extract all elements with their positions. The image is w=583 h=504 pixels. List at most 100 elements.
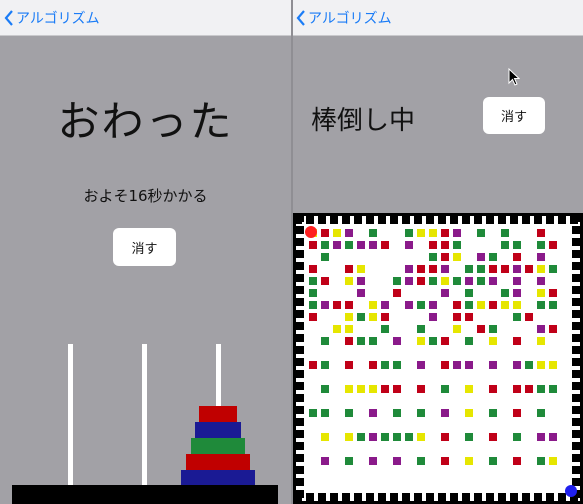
maze-border-block xyxy=(498,493,506,501)
maze-border-block xyxy=(296,430,304,438)
maze-wall-block xyxy=(381,361,389,369)
maze-wall-block xyxy=(513,385,521,393)
maze-border-block xyxy=(572,238,580,246)
maze-border-block xyxy=(558,216,566,224)
maze-wall-block xyxy=(369,313,377,321)
maze-border-block xyxy=(296,478,304,486)
maze-border-block xyxy=(572,394,580,402)
maze-wall-block xyxy=(549,241,557,249)
hanoi-screen: アルゴリズム おわった およそ16秒かかる 消す xyxy=(0,0,291,504)
maze-wall-block xyxy=(345,385,353,393)
maze-wall-block xyxy=(369,337,377,345)
maze-wall-block xyxy=(537,385,545,393)
maze-border-block xyxy=(296,262,304,270)
maze-wall-block xyxy=(333,229,341,237)
maze-wall-block xyxy=(537,301,545,309)
maze-border-block xyxy=(572,310,580,318)
maze-wall-block xyxy=(345,241,353,249)
maze-wall-block xyxy=(489,301,497,309)
maze-wall-block xyxy=(513,409,521,417)
maze-wall-block xyxy=(357,337,365,345)
maze-wall-block xyxy=(549,289,557,297)
maze-wall-block xyxy=(309,301,317,309)
maze-wall-block xyxy=(525,361,533,369)
maze-wall-block xyxy=(321,409,329,417)
maze-wall-block xyxy=(381,433,389,441)
peg-2 xyxy=(142,344,147,486)
maze-wall-block xyxy=(441,337,449,345)
maze-wall-block xyxy=(345,361,353,369)
maze-wall-block xyxy=(453,301,461,309)
maze-wall-block xyxy=(489,337,497,345)
maze-border-block xyxy=(572,370,580,378)
maze-border-block xyxy=(426,216,434,224)
back-button[interactable]: アルゴリズム xyxy=(4,8,100,28)
maze-border-block xyxy=(414,493,422,501)
maze-border-block xyxy=(296,394,304,402)
maze-wall-block xyxy=(513,301,521,309)
maze-border-block xyxy=(306,493,314,501)
status-label: 棒倒し中 xyxy=(311,106,416,136)
disk-3[interactable] xyxy=(191,438,245,454)
clear-button[interactable]: 消す xyxy=(113,228,176,266)
maze-border-block xyxy=(450,216,458,224)
maze-wall-block xyxy=(537,229,545,237)
clear-button[interactable]: 消す xyxy=(483,97,545,134)
maze-wall-block xyxy=(357,289,365,297)
maze-border-block xyxy=(572,358,580,366)
maze-wall-block xyxy=(321,385,329,393)
maze-wall-block xyxy=(453,277,461,285)
maze-border-block xyxy=(572,214,580,222)
maze-wall-block xyxy=(417,325,425,333)
maze-wall-block xyxy=(417,433,425,441)
maze-wall-block xyxy=(429,229,437,237)
maze-border-block xyxy=(296,226,304,234)
maze-wall-block xyxy=(321,433,329,441)
maze-wall-block xyxy=(321,337,329,345)
maze-wall-block xyxy=(333,241,341,249)
maze-grid[interactable] xyxy=(293,213,583,504)
disk-4[interactable] xyxy=(186,454,250,470)
maze-wall-block xyxy=(381,241,389,249)
disk-1[interactable] xyxy=(199,406,237,422)
maze-wall-block xyxy=(465,337,473,345)
maze-wall-block xyxy=(321,457,329,465)
maze-wall-block xyxy=(453,229,461,237)
maze-wall-block xyxy=(345,229,353,237)
maze-border xyxy=(293,213,296,504)
maze-wall-block xyxy=(513,337,521,345)
maze-wall-block xyxy=(429,241,437,249)
maze-wall-block xyxy=(417,361,425,369)
maze-border-block xyxy=(572,322,580,330)
back-button[interactable]: アルゴリズム xyxy=(296,8,392,28)
maze-border-block xyxy=(402,493,410,501)
maze-wall-block xyxy=(393,277,401,285)
maze-wall-block xyxy=(321,361,329,369)
maze-wall-block xyxy=(549,457,557,465)
maze-wall-block xyxy=(477,253,485,261)
disk-2[interactable] xyxy=(195,422,241,438)
maze-wall-block xyxy=(357,313,365,321)
maze-border-block xyxy=(558,493,566,501)
maze-border-block xyxy=(572,226,580,234)
maze-wall-block xyxy=(489,409,497,417)
disk-5[interactable] xyxy=(181,470,255,486)
maze-border-block xyxy=(296,466,304,474)
maze-wall-block xyxy=(477,265,485,273)
maze-wall-block xyxy=(489,325,497,333)
maze-wall-block xyxy=(513,253,521,261)
maze-border-block xyxy=(486,493,494,501)
maze-wall-block xyxy=(465,313,473,321)
maze-wall-block xyxy=(537,289,545,297)
maze-wall-block xyxy=(513,265,521,273)
maze-wall-block xyxy=(525,265,533,273)
maze-border-block xyxy=(474,216,482,224)
maze-wall-block xyxy=(525,313,533,321)
maze-wall-block xyxy=(369,229,377,237)
maze-border-block xyxy=(390,493,398,501)
maze-wall-block xyxy=(321,253,329,261)
maze-border-block xyxy=(306,216,314,224)
maze-wall-block xyxy=(441,361,449,369)
maze-border-block xyxy=(522,216,530,224)
maze-wall-block xyxy=(549,433,557,441)
